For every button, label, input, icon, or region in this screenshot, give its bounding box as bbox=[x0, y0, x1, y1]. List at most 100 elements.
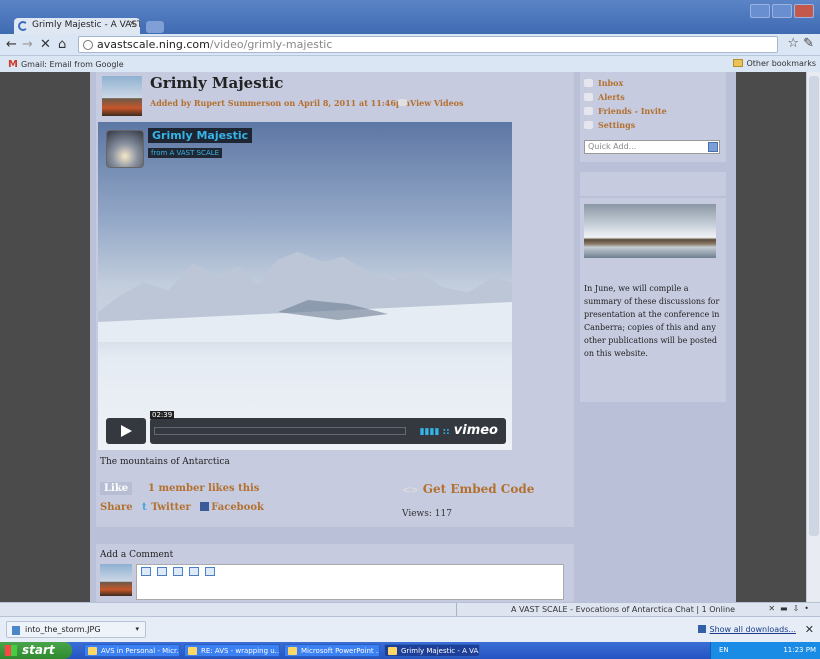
app-icon bbox=[388, 647, 397, 655]
editor-toolbar bbox=[141, 567, 215, 576]
chevron-down-icon[interactable]: ▾ bbox=[135, 625, 139, 633]
commenter-avatar bbox=[100, 564, 132, 596]
html-tool-icon[interactable] bbox=[205, 567, 215, 576]
chat-controls-icon[interactable]: ✕▬⇩• bbox=[768, 604, 814, 613]
downloads-bar: into_the_storm.JPG ▾ Show all downloads.… bbox=[0, 616, 820, 642]
bookmark-gmail[interactable]: M Gmail: Email from Google bbox=[8, 59, 124, 70]
home-icon[interactable]: ⌂ bbox=[58, 37, 66, 52]
vimeo-logo[interactable]: ▮▮▮▮ :: vimeo bbox=[420, 423, 498, 438]
loading-icon bbox=[18, 21, 28, 31]
sidebar-item-alerts[interactable]: Alerts bbox=[584, 92, 625, 102]
video-caption: The mountains of Antarctica bbox=[100, 457, 230, 467]
like-count[interactable]: 1 member likes this bbox=[148, 483, 259, 494]
sidebar-account-box: Inbox Alerts Friends - Invite Settings Q… bbox=[580, 72, 726, 162]
sidebar-item-settings[interactable]: Settings bbox=[584, 120, 635, 130]
start-button[interactable]: start bbox=[0, 642, 72, 659]
bookmark-star-icon[interactable]: ☆ ✎ bbox=[787, 36, 814, 51]
page-content: Grimly Majestic Added by Rupert Summerso… bbox=[90, 72, 736, 602]
page-scrollbar[interactable] bbox=[806, 72, 820, 602]
language-indicator[interactable]: EN bbox=[719, 646, 729, 654]
quick-add-select[interactable]: Quick Add... bbox=[584, 140, 720, 154]
minimize-button[interactable] bbox=[750, 4, 770, 18]
show-all-downloads-link[interactable]: Show all downloads... bbox=[697, 625, 797, 634]
video-player[interactable]: Grimly Majestic from A VAST SCALE 02:39 … bbox=[98, 122, 512, 450]
close-window-button[interactable] bbox=[794, 4, 814, 18]
taskbar-item-outlook[interactable]: AVS in Personal - Micr... bbox=[84, 644, 180, 657]
close-tab-icon[interactable]: × bbox=[128, 19, 136, 29]
facebook-icon bbox=[200, 502, 210, 511]
back-icon[interactable]: ← bbox=[6, 37, 17, 52]
channel-thumbnail[interactable] bbox=[106, 130, 144, 168]
player-from-line: from A VAST SCALE bbox=[148, 148, 223, 158]
view-videos-link[interactable]: View Videos bbox=[398, 98, 464, 108]
embed-code-link[interactable]: <> Get Embed Code bbox=[402, 482, 534, 496]
file-tool-icon[interactable] bbox=[189, 567, 199, 576]
chat-status-text: A VAST SCALE - Evocations of Antarctica … bbox=[511, 605, 736, 614]
app-icon bbox=[88, 647, 97, 655]
video-tool-icon[interactable] bbox=[173, 567, 183, 576]
added-by-line[interactable]: Added by Rupert Summerson on April 8, 20… bbox=[150, 98, 410, 108]
player-video-name[interactable]: Grimly Majestic bbox=[148, 128, 253, 143]
image-tool-icon[interactable] bbox=[157, 567, 167, 576]
maximize-button[interactable] bbox=[772, 4, 792, 18]
bookmark-gmail-label: Gmail: Email from Google bbox=[20, 60, 124, 69]
browser-titlebar: Grimly Majestic - A VAST SCAL × bbox=[0, 0, 820, 34]
author-avatar[interactable] bbox=[102, 76, 142, 116]
volume-icon[interactable]: ▮▮▮▮ :: bbox=[420, 427, 450, 437]
inbox-icon bbox=[584, 79, 593, 87]
page-info-icon[interactable] bbox=[83, 40, 93, 50]
taskbar-item-label: Microsoft PowerPoint ... bbox=[301, 647, 380, 655]
player-channel-link[interactable]: A VAST SCALE bbox=[170, 149, 220, 157]
share-link[interactable]: Share bbox=[100, 502, 133, 513]
video-panel: Grimly Majestic Added by Rupert Summerso… bbox=[96, 72, 574, 527]
taskbar-item-chrome[interactable]: Grimly Majestic - A VA... bbox=[384, 644, 480, 657]
image-file-icon bbox=[12, 626, 20, 635]
other-bookmarks[interactable]: Other bookmarks bbox=[733, 59, 816, 68]
close-downloads-icon[interactable]: ✕ bbox=[805, 623, 814, 636]
address-bar[interactable]: avastscale.ning.com/video/grimly-majesti… bbox=[78, 36, 778, 53]
taskbar-item-label: RE: AVS - wrapping u... bbox=[201, 647, 280, 655]
windows-logo-icon bbox=[5, 645, 17, 656]
scrollbar-thumb[interactable] bbox=[809, 76, 819, 536]
sidebar-text: In June, we will compile a summary of th… bbox=[584, 284, 720, 358]
new-tab-button[interactable] bbox=[146, 21, 164, 33]
sidebar-empty-box bbox=[580, 172, 726, 196]
alerts-icon bbox=[584, 93, 593, 101]
status-bar: A VAST SCALE - Evocations of Antarctica … bbox=[0, 602, 820, 617]
add-comment-heading: Add a Comment bbox=[100, 550, 174, 560]
app-icon bbox=[188, 647, 197, 655]
comment-input[interactable] bbox=[136, 564, 564, 600]
tab-grimly-majestic[interactable]: Grimly Majestic - A VAST SCAL × bbox=[14, 18, 140, 34]
downloads-icon bbox=[697, 625, 706, 633]
like-button[interactable]: Like bbox=[100, 482, 133, 495]
taskbar-item-powerpoint[interactable]: Microsoft PowerPoint ... bbox=[284, 644, 380, 657]
player-from-label: from bbox=[151, 149, 168, 157]
sidebar-info-box: In June, we will compile a summary of th… bbox=[580, 198, 726, 402]
start-label: start bbox=[22, 643, 55, 657]
settings-icon bbox=[584, 121, 593, 129]
app-icon bbox=[288, 647, 297, 655]
sidebar-item-friends[interactable]: Friends - Invite bbox=[584, 106, 667, 116]
show-all-label: Show all downloads... bbox=[709, 625, 797, 634]
twitter-link[interactable]: Twitter bbox=[151, 502, 191, 513]
chat-bar[interactable]: A VAST SCALE - Evocations of Antarctica … bbox=[456, 603, 820, 617]
video-icon bbox=[398, 99, 407, 106]
play-button[interactable] bbox=[106, 418, 146, 444]
chevron-down-icon[interactable] bbox=[708, 142, 718, 152]
stop-icon[interactable]: ✕ bbox=[40, 37, 51, 52]
forward-icon[interactable]: → bbox=[22, 37, 33, 52]
video-title: Grimly Majestic bbox=[150, 74, 284, 92]
download-item[interactable]: into_the_storm.JPG ▾ bbox=[6, 621, 146, 638]
sidebar-item-inbox[interactable]: Inbox bbox=[584, 78, 623, 88]
link-tool-icon[interactable] bbox=[141, 567, 151, 576]
clock[interactable]: 11:23 PM bbox=[783, 646, 816, 654]
share-row: Share t Twitter Facebook bbox=[100, 502, 264, 513]
taskbar-item-email[interactable]: RE: AVS - wrapping u... bbox=[184, 644, 280, 657]
system-tray: EN 11:23 PM bbox=[710, 642, 820, 659]
progress-bar[interactable] bbox=[154, 427, 406, 435]
taskbar-item-label: Grimly Majestic - A VA... bbox=[401, 647, 480, 655]
window-controls bbox=[750, 4, 814, 18]
friends-icon bbox=[584, 107, 593, 115]
download-filename: into_the_storm.JPG bbox=[25, 625, 101, 634]
facebook-link[interactable]: Facebook bbox=[211, 502, 264, 513]
